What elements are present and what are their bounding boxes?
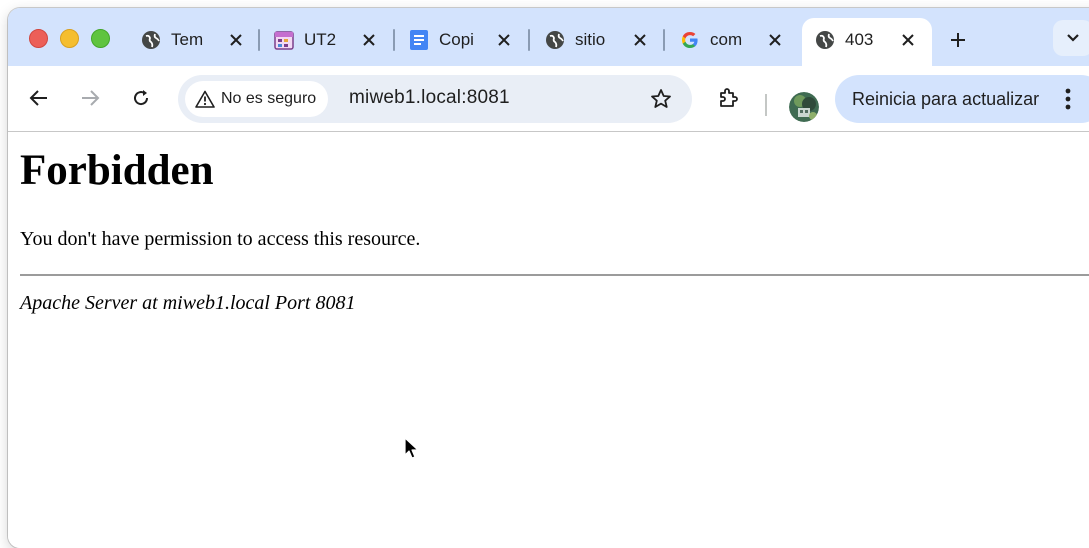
docs-icon	[408, 29, 430, 51]
tab-title: sitio	[575, 30, 606, 49]
server-signature: Apache Server at miweb1.local Port 8081	[20, 292, 356, 314]
tab-title: UT2	[304, 30, 337, 49]
tab-com[interactable]: com	[679, 22, 787, 58]
tab-403-active[interactable]: 403	[802, 18, 932, 67]
tab-close-icon[interactable]	[357, 28, 381, 52]
address-bar[interactable]: No es seguro miweb1.local:8081	[178, 75, 692, 123]
profile-avatar[interactable]	[789, 92, 819, 122]
toolbar-divider	[765, 94, 767, 116]
tab-close-icon[interactable]	[628, 28, 652, 52]
url-text[interactable]: miweb1.local:8081	[349, 87, 510, 109]
security-chip[interactable]: No es seguro	[185, 81, 329, 117]
calendar-icon	[273, 29, 295, 51]
tab-copi[interactable]: Copi	[408, 22, 516, 58]
tab-ut2[interactable]: UT2	[273, 22, 381, 58]
globe-icon	[140, 29, 162, 51]
reload-icon	[134, 90, 149, 106]
tab-separator	[663, 29, 665, 51]
reload-button[interactable]	[126, 83, 156, 113]
window-minimize-button[interactable]	[60, 29, 79, 48]
arrow-left-icon	[29, 90, 47, 106]
tab-title: 403	[845, 30, 874, 49]
tab-separator	[258, 29, 260, 51]
google-icon	[679, 29, 701, 51]
back-button[interactable]	[24, 83, 54, 113]
warning-icon	[195, 90, 215, 108]
page-divider	[20, 274, 1089, 276]
tab-title: Copi	[439, 30, 474, 49]
menu-dots-icon[interactable]	[1059, 85, 1077, 113]
window-close-button[interactable]	[29, 29, 48, 48]
tab-403[interactable]: 403	[814, 22, 920, 58]
security-label: No es seguro	[221, 90, 317, 107]
tab-close-icon[interactable]	[896, 28, 920, 52]
tab-close-icon[interactable]	[492, 28, 516, 52]
page-heading: Forbidden	[20, 147, 214, 194]
plus-icon	[951, 33, 965, 47]
tab-search-button[interactable]	[1053, 20, 1089, 56]
tab-title: com	[710, 30, 743, 49]
mouse-cursor-icon	[404, 437, 419, 459]
tab-separator	[528, 29, 530, 51]
forward-button[interactable]	[75, 83, 105, 113]
browser-window: Tem UT2 Copi sitio com 403 No es seguro …	[8, 8, 1089, 548]
update-button[interactable]: Reinicia para actualizar	[835, 75, 1089, 123]
globe-icon	[814, 29, 836, 51]
tab-strip: Tem UT2 Copi sitio com 403	[8, 8, 1089, 67]
arrow-right-icon	[82, 90, 100, 106]
globe-icon	[544, 29, 566, 51]
extensions-button[interactable]	[714, 83, 744, 113]
new-tab-button[interactable]	[944, 26, 972, 54]
bookmark-star-icon[interactable]	[648, 86, 674, 112]
tab-close-icon[interactable]	[763, 28, 787, 52]
puzzle-icon	[720, 88, 738, 107]
tab-separator	[393, 29, 395, 51]
tab-title: Tem	[171, 30, 204, 49]
update-label: Reinicia para actualizar	[852, 89, 1040, 109]
tab-tem[interactable]: Tem	[140, 22, 248, 58]
chevron-down-icon	[1067, 34, 1079, 42]
page-message: You don't have permission to access this…	[20, 228, 421, 250]
tab-close-icon[interactable]	[224, 28, 248, 52]
tab-sitio[interactable]: sitio	[544, 22, 652, 58]
page-content: Forbidden You don't have permission to a…	[8, 132, 1089, 548]
window-maximize-button[interactable]	[91, 29, 110, 48]
